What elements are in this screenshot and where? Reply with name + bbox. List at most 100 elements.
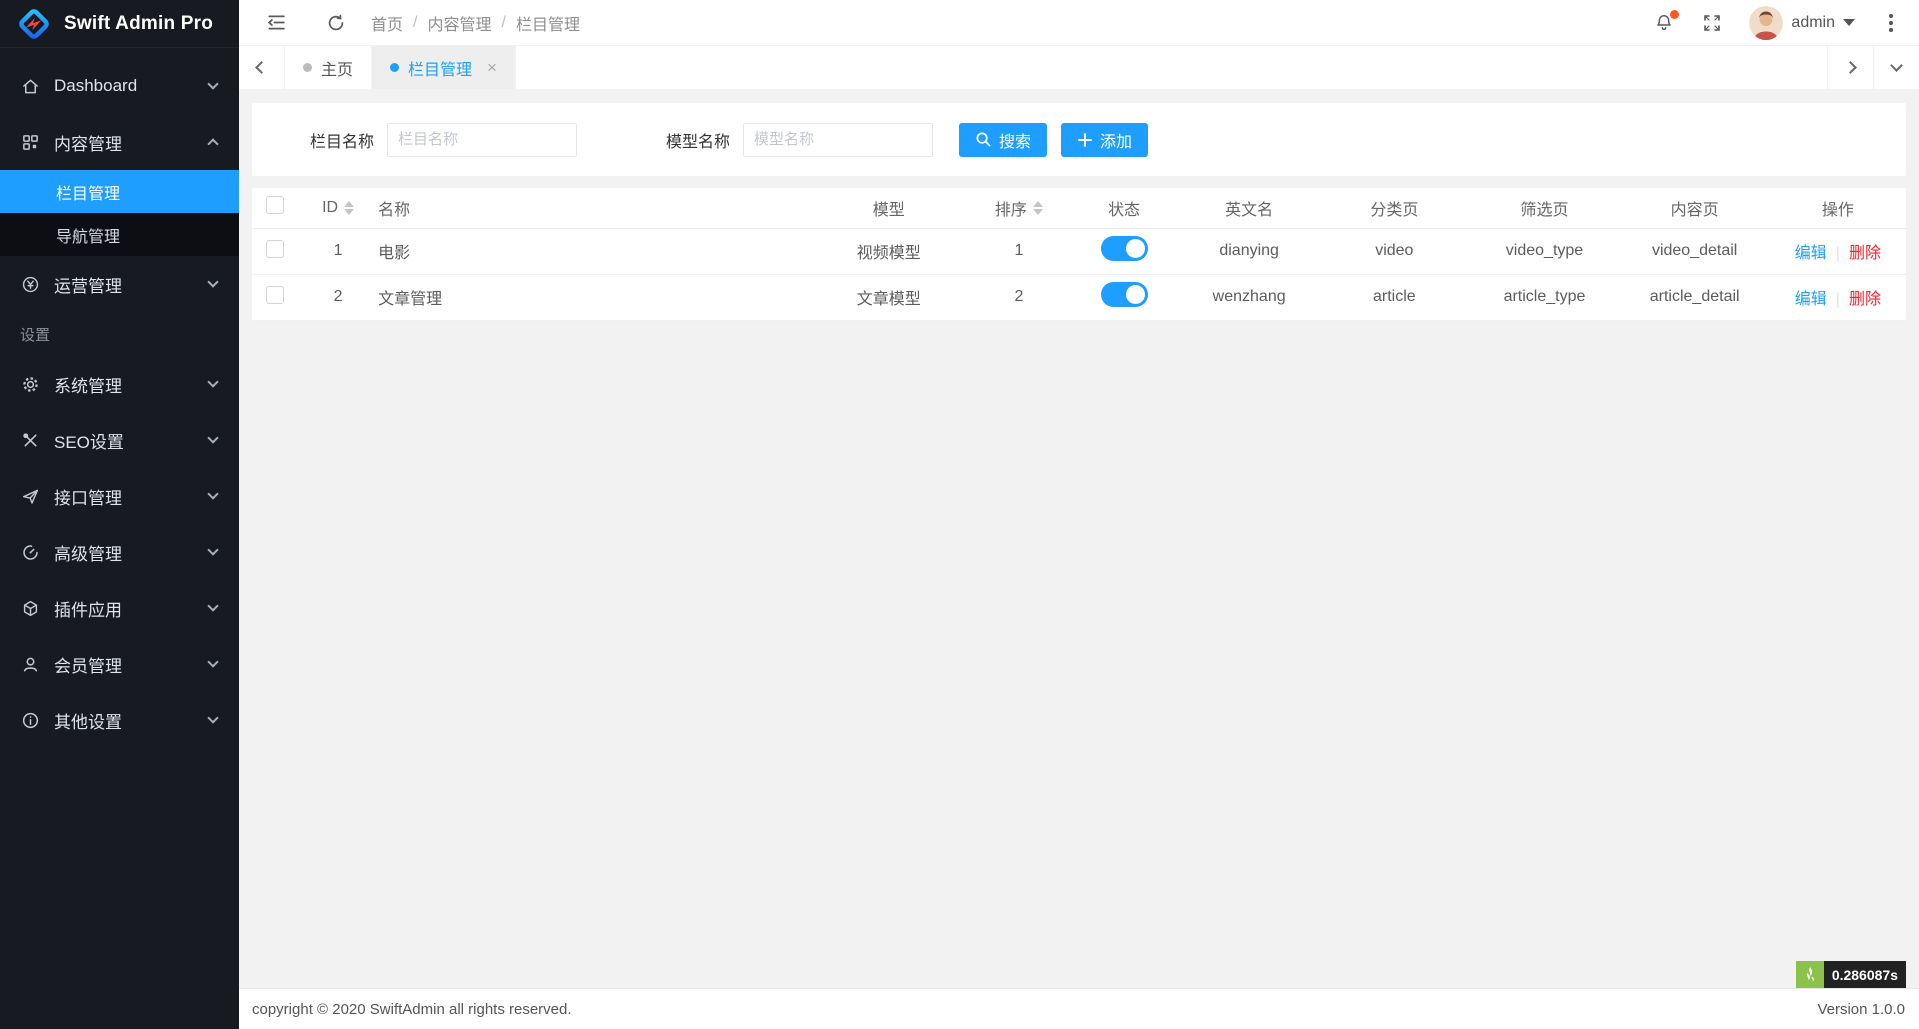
sort-id-control[interactable] — [344, 201, 354, 215]
submenu-content-mgmt: 栏目管理 导航管理 — [0, 170, 239, 256]
breadcrumb-item[interactable]: 栏目管理 — [516, 11, 580, 35]
delete-link[interactable]: 删除 — [1849, 245, 1881, 262]
gauge-icon — [20, 542, 40, 562]
row-checkbox[interactable] — [266, 286, 284, 304]
sidebar-item-label: SEO设置 — [54, 428, 209, 453]
column-name-input[interactable] — [387, 123, 577, 157]
cell-model: 视频模型 — [809, 228, 969, 274]
grid-icon — [20, 132, 40, 152]
column-name-label: 栏目名称 — [310, 128, 374, 152]
action-divider: | — [1836, 245, 1840, 262]
breadcrumb-separator: / — [413, 14, 417, 32]
col-header-en-name: 英文名 — [1179, 188, 1319, 228]
sidebar-collapse-button[interactable] — [265, 12, 287, 34]
user-menu[interactable]: admin — [1749, 6, 1855, 40]
chevron-down-icon — [207, 488, 218, 499]
col-header-status: 状态 — [1069, 188, 1179, 228]
cell-filter-page: article_type — [1469, 274, 1619, 320]
action-divider: | — [1836, 291, 1840, 308]
sidebar-item-label: 高级管理 — [54, 540, 209, 565]
refresh-icon[interactable] — [325, 12, 347, 34]
more-options-icon[interactable] — [1881, 10, 1901, 36]
tabs-scroll-left-button[interactable] — [239, 46, 285, 89]
topbar-right: admin — [1653, 6, 1901, 40]
cell-sort: 2 — [969, 274, 1069, 320]
content: 栏目名称 模型名称 搜索 添加 — [239, 89, 1919, 988]
tab-column-mgmt[interactable]: 栏目管理 × — [372, 46, 516, 89]
sidebar-item-plugins[interactable]: 插件应用 — [0, 580, 239, 636]
chevron-down-icon — [207, 656, 218, 667]
row-checkbox[interactable] — [266, 240, 284, 258]
cell-en-name: dianying — [1179, 228, 1319, 274]
sidebar-item-label: 内容管理 — [54, 130, 209, 155]
sidebar-item-label: 运营管理 — [54, 272, 209, 297]
sidebar-subitem-column-mgmt[interactable]: 栏目管理 — [0, 170, 239, 213]
tabs-menu-button[interactable] — [1873, 46, 1919, 89]
fullscreen-icon[interactable] — [1701, 12, 1723, 34]
sidebar-item-label: 系统管理 — [54, 372, 209, 397]
tools-icon — [20, 430, 40, 450]
breadcrumb-item[interactable]: 内容管理 — [427, 11, 491, 35]
sidebar-item-other-settings[interactable]: 其他设置 — [0, 692, 239, 748]
table-row: 2 文章管理 文章模型 2 wenzhang article article_t… — [252, 274, 1906, 320]
sidebar-item-seo-settings[interactable]: SEO设置 — [0, 412, 239, 468]
tabs-scroll-right-button[interactable] — [1827, 46, 1873, 89]
status-toggle[interactable] — [1101, 236, 1148, 261]
notification-bell-icon[interactable] — [1653, 12, 1675, 34]
chevron-down-icon — [207, 600, 218, 611]
cell-id: 1 — [298, 228, 378, 274]
select-all-checkbox[interactable] — [266, 196, 284, 214]
search-button-label: 搜索 — [999, 128, 1031, 152]
edit-link[interactable]: 编辑 — [1795, 245, 1827, 262]
model-name-label: 模型名称 — [666, 128, 730, 152]
chevron-up-icon — [207, 138, 218, 149]
sidebar-item-label: Dashboard — [54, 76, 209, 96]
yen-circle-icon — [20, 274, 40, 294]
search-button[interactable]: 搜索 — [959, 123, 1047, 157]
cell-id: 2 — [298, 274, 378, 320]
sidebar-subitem-nav-mgmt[interactable]: 导航管理 — [0, 213, 239, 256]
tab-label: 栏目管理 — [408, 56, 472, 80]
sidebar-subitem-label: 栏目管理 — [56, 180, 120, 204]
sort-order-control[interactable] — [1033, 201, 1043, 215]
col-header-category-page: 分类页 — [1319, 188, 1469, 228]
logo: Swift Admin Pro — [0, 0, 239, 48]
sidebar-menu: Dashboard 内容管理 栏目管理 导航管理 — [0, 48, 239, 748]
gear-icon — [20, 374, 40, 394]
cell-en-name: wenzhang — [1179, 274, 1319, 320]
col-header-name: 名称 — [378, 188, 809, 228]
status-toggle[interactable] — [1101, 282, 1148, 307]
sidebar-item-api-mgmt[interactable]: 接口管理 — [0, 468, 239, 524]
notification-dot — [1670, 10, 1679, 19]
close-icon[interactable]: × — [487, 59, 497, 76]
delete-link[interactable]: 删除 — [1849, 291, 1881, 308]
sidebar-item-advanced-mgmt[interactable]: 高级管理 — [0, 524, 239, 580]
chevron-down-icon — [207, 78, 218, 89]
edit-link[interactable]: 编辑 — [1795, 291, 1827, 308]
tab-dot — [303, 63, 312, 72]
sidebar-item-dashboard[interactable]: Dashboard — [0, 58, 239, 114]
tab-home[interactable]: 主页 — [285, 46, 372, 89]
col-header-model: 模型 — [809, 188, 969, 228]
col-header-filter-page: 筛选页 — [1469, 188, 1619, 228]
footer: copyright © 2020 SwiftAdmin all rights r… — [239, 988, 1919, 1029]
model-name-input[interactable] — [743, 123, 933, 157]
sidebar-item-system-mgmt[interactable]: 系统管理 — [0, 356, 239, 412]
app-root: Swift Admin Pro Dashboard 内容管理 — [0, 0, 1919, 1029]
add-button[interactable]: 添加 — [1061, 123, 1148, 157]
thinkphp-icon — [1796, 961, 1824, 988]
logo-icon — [16, 6, 52, 42]
sidebar-item-content-mgmt[interactable]: 内容管理 — [0, 114, 239, 170]
sidebar-item-label: 插件应用 — [54, 596, 209, 621]
sidebar-item-operation-mgmt[interactable]: 运营管理 — [0, 256, 239, 312]
sidebar-item-member-mgmt[interactable]: 会员管理 — [0, 636, 239, 692]
data-table: ID 名称 模型 排序 状态 英文名 分类页 筛选页 内容页 操作 — [252, 188, 1906, 321]
search-icon — [975, 131, 992, 148]
caret-down-icon — [1843, 19, 1855, 26]
cell-model: 文章模型 — [809, 274, 969, 320]
sidebar-item-label: 会员管理 — [54, 652, 209, 677]
breadcrumb-item[interactable]: 首页 — [371, 11, 403, 35]
home-icon — [20, 76, 40, 96]
username: admin — [1791, 14, 1835, 32]
cell-content-page: video_detail — [1620, 228, 1770, 274]
